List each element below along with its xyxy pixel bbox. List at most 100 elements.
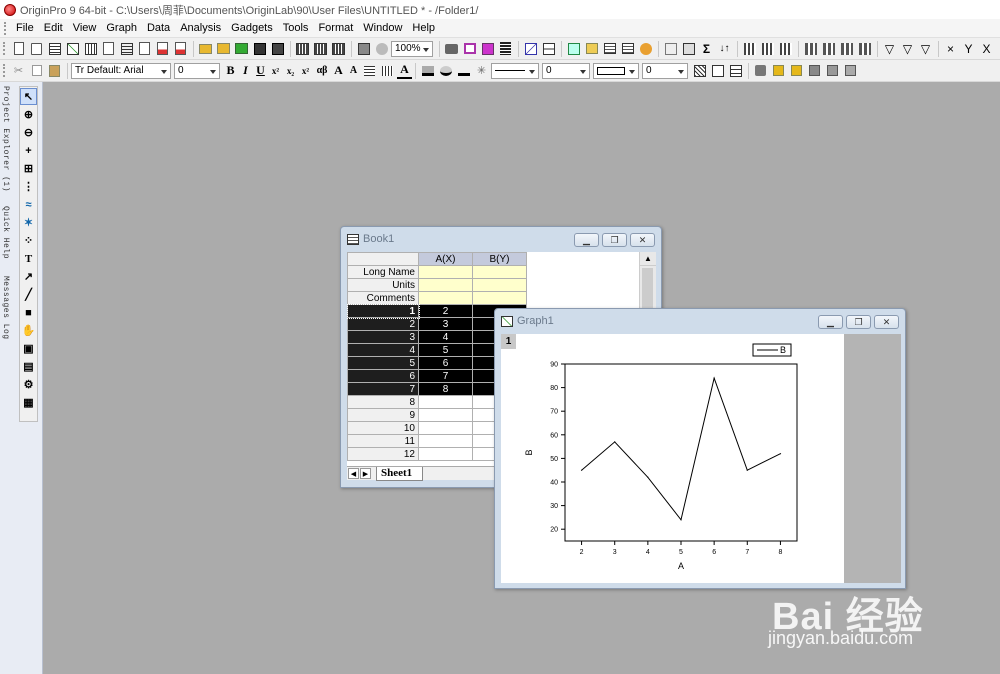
grid-corner[interactable] [347, 252, 419, 266]
save-icon[interactable] [251, 40, 268, 57]
font-select[interactable]: Tr Default: Arial [71, 62, 171, 79]
box-chart-icon[interactable] [856, 40, 873, 57]
row-number[interactable]: 6 [347, 369, 419, 383]
new-code-icon[interactable] [172, 40, 189, 57]
line-tool-icon[interactable]: ╱ [20, 286, 37, 303]
send-backward-icon[interactable] [788, 62, 805, 79]
set-as-x-icon[interactable]: X [978, 40, 995, 57]
rectangle-tool-icon[interactable]: ■ [20, 304, 37, 321]
presentation-icon[interactable] [461, 40, 478, 57]
menu-tools[interactable]: Tools [278, 19, 314, 38]
recalculate-icon[interactable] [373, 40, 390, 57]
increase-font-icon[interactable]: A [331, 63, 346, 78]
menu-help[interactable]: Help [407, 19, 440, 38]
row-number[interactable]: 7 [347, 382, 419, 396]
draw-data-icon[interactable]: ⁘ [20, 232, 37, 249]
row-number[interactable]: 8 [347, 395, 419, 409]
grip-icon[interactable] [4, 21, 7, 35]
close-button[interactable]: ✕ [874, 315, 899, 329]
layer-front-icon[interactable] [752, 62, 769, 79]
row-number[interactable]: 1 [347, 303, 420, 319]
new-project-icon[interactable] [10, 40, 27, 57]
prev-sheet-button[interactable]: ◀ [348, 468, 359, 479]
film-icon[interactable] [497, 40, 514, 57]
line-style-select[interactable] [491, 62, 539, 79]
zoom-select[interactable]: 100% [391, 40, 433, 57]
new-matrix-icon[interactable] [82, 40, 99, 57]
border-icon[interactable] [709, 62, 726, 79]
line-color-icon[interactable] [437, 62, 454, 79]
statistics-icon[interactable]: Σ [698, 40, 715, 57]
arrow-tool-icon[interactable]: ↗ [20, 268, 37, 285]
border-style-select[interactable] [593, 62, 639, 79]
restore-button[interactable]: ❐ [846, 315, 871, 329]
apps-icon[interactable] [637, 40, 654, 57]
screen-reader-icon[interactable]: + [20, 142, 37, 159]
cell-a[interactable] [418, 447, 473, 461]
new-graph-icon[interactable] [64, 40, 81, 57]
superscript-icon[interactable]: x² [268, 66, 283, 76]
import-multiple-icon[interactable] [312, 40, 329, 57]
code-builder-icon[interactable] [522, 40, 539, 57]
plot-line-icon[interactable] [777, 40, 794, 57]
pen-color-icon[interactable] [455, 62, 472, 79]
cell-a[interactable]: 2 [418, 304, 473, 318]
menu-graph[interactable]: Graph [101, 19, 142, 38]
fill-color-icon[interactable] [419, 62, 436, 79]
new-notes-icon[interactable] [154, 40, 171, 57]
subscript-icon[interactable]: x₂ [283, 66, 298, 76]
menu-gadgets[interactable]: Gadgets [226, 19, 278, 38]
units-cell[interactable] [418, 278, 473, 292]
sheet-tab[interactable]: Sheet1 [376, 466, 424, 481]
cell-a[interactable] [418, 395, 473, 409]
menu-file[interactable]: File [11, 19, 39, 38]
bold-icon[interactable]: B [223, 63, 238, 78]
align-left-icon[interactable] [361, 62, 378, 79]
scroll-up-icon[interactable]: ▲ [640, 252, 656, 266]
layer-manager-icon[interactable]: ▦ [20, 394, 37, 411]
slide-show-icon[interactable] [479, 40, 496, 57]
greek-icon[interactable]: αβ [313, 65, 331, 76]
cell-a[interactable]: 4 [418, 330, 473, 344]
row-number[interactable]: 9 [347, 408, 419, 422]
menu-format[interactable]: Format [313, 19, 358, 38]
cell-a[interactable] [418, 408, 473, 422]
grip-icon[interactable] [3, 42, 6, 55]
graph-layer[interactable]: 1 2 3 4 5 6 7 8 20 30 40 50 60 70 80 90 A B B [501, 334, 844, 583]
project-explorer-tab[interactable]: Project Explorer (1) [1, 86, 10, 192]
open-template-icon[interactable] [215, 40, 232, 57]
plot-scatter-icon[interactable] [759, 40, 776, 57]
font-color-icon[interactable]: A [397, 62, 412, 79]
pointer-icon[interactable]: ↖ [20, 88, 37, 105]
arrange-icon[interactable] [540, 40, 557, 57]
ungroup-icon[interactable] [824, 62, 841, 79]
column-chart-icon[interactable] [820, 40, 837, 57]
next-sheet-button[interactable]: ▶ [360, 468, 371, 479]
data-reader-icon[interactable]: ⊞ [20, 160, 37, 177]
new-layout-icon[interactable] [136, 40, 153, 57]
underline-icon[interactable]: U [253, 63, 268, 78]
insert-table-icon[interactable]: ▤ [20, 358, 37, 375]
long-name-cell[interactable] [418, 265, 473, 279]
row-number[interactable]: 4 [347, 343, 419, 357]
mask-icon[interactable]: ✶ [20, 214, 37, 231]
sort-icon[interactable]: ↓↑ [716, 40, 733, 57]
zoom-in-icon[interactable]: ⊕ [20, 106, 37, 123]
graph-window[interactable]: Graph1 ▁ ❐ ✕ 1 2 3 4 5 6 7 8 20 30 40 50 60 70 80 90 A B… [494, 308, 906, 589]
symbol-icon[interactable]: ✳ [473, 62, 490, 79]
minimize-button[interactable]: ▁ [574, 233, 599, 247]
data-selector-icon[interactable]: ⋮ [20, 178, 37, 195]
pattern-icon[interactable] [379, 62, 396, 79]
open-excel-icon[interactable] [233, 40, 250, 57]
stack-chart-icon[interactable] [838, 40, 855, 57]
decrease-font-icon[interactable]: A [346, 65, 361, 76]
project-explorer-icon[interactable] [565, 40, 582, 57]
new-function-icon[interactable] [100, 40, 117, 57]
insert-graph-icon[interactable]: ▣ [20, 340, 37, 357]
clear-column-icon[interactable]: × [942, 40, 959, 57]
cell-a[interactable]: 7 [418, 369, 473, 383]
menu-analysis[interactable]: Analysis [175, 19, 226, 38]
copy-icon[interactable] [28, 62, 45, 79]
menu-view[interactable]: View [68, 19, 102, 38]
cell-a[interactable]: 8 [418, 382, 473, 396]
